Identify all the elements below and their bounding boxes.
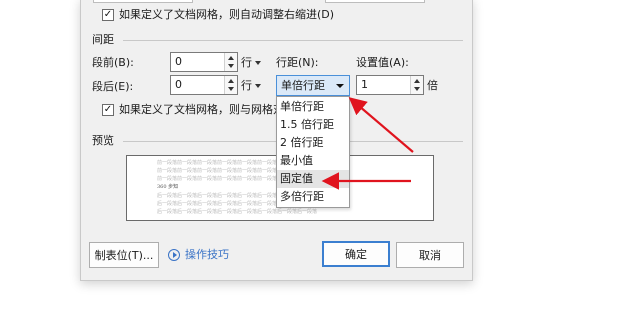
spin-up-icon[interactable] (414, 79, 420, 83)
checkmark-icon: ✓ (103, 9, 113, 20)
set-value-spinner[interactable]: 1 (356, 75, 424, 95)
dropdown-option[interactable]: 最小值 (277, 152, 349, 170)
dropdown-option-highlighted[interactable]: 固定值 (277, 170, 349, 188)
before-unit: 行 (241, 56, 252, 69)
snap-grid-label: 如果定义了文档网格，则与网格对 (119, 103, 276, 116)
indent-input-stub-left (93, 0, 193, 3)
spin-down-icon[interactable] (228, 64, 234, 68)
line-spacing-combo[interactable]: 单倍行距 (276, 75, 350, 96)
cancel-button-label: 取消 (419, 249, 441, 262)
line-spacing-dropdown: 单倍行距 1.5 倍行距 2 倍行距 最小值 固定值 多倍行距 (276, 96, 350, 208)
checkmark-icon: ✓ (103, 104, 113, 115)
chevron-down-icon[interactable] (336, 84, 344, 88)
after-value: 0 (175, 78, 182, 91)
set-value-unit: 倍 (427, 79, 438, 92)
before-label: 段前(B): (92, 56, 134, 69)
preview-section-title: 预览 (92, 134, 114, 147)
line-spacing-value: 单倍行距 (281, 79, 325, 92)
after-spinner[interactable]: 0 (170, 75, 238, 95)
ok-button-label: 确定 (345, 248, 367, 261)
after-spinner-arrows[interactable] (224, 76, 237, 94)
spacing-divider (123, 40, 463, 41)
before-spinner[interactable]: 0 (170, 52, 238, 72)
spin-up-icon[interactable] (228, 79, 234, 83)
before-unit-dropdown-icon[interactable] (255, 61, 261, 65)
paragraph-dialog: ✓ 如果定义了文档网格，则自动调整右缩进(D) 间距 段前(B): 0 行 行距… (80, 0, 473, 281)
after-unit: 行 (241, 79, 252, 92)
dropdown-option[interactable]: 2 倍行距 (277, 134, 349, 152)
before-spinner-arrows[interactable] (224, 53, 237, 71)
spacing-section-title: 间距 (92, 33, 114, 46)
tips-link[interactable]: 操作技巧 (185, 248, 229, 262)
after-label: 段后(E): (92, 80, 134, 93)
tabs-button[interactable]: 制表位(T)... (89, 242, 159, 268)
spin-up-icon[interactable] (228, 56, 234, 60)
snap-grid-checkbox[interactable]: ✓ (102, 104, 114, 116)
cancel-button[interactable]: 取消 (396, 242, 464, 268)
play-circle-icon[interactable] (168, 249, 180, 261)
set-value-spinner-arrows[interactable] (410, 76, 423, 94)
dropdown-option[interactable]: 多倍行距 (277, 188, 349, 206)
set-value-value: 1 (361, 78, 368, 91)
line-spacing-label: 行距(N): (276, 56, 319, 69)
indent-input-stub-right (325, 0, 425, 3)
dropdown-option[interactable]: 单倍行距 (277, 98, 349, 116)
spin-down-icon[interactable] (414, 87, 420, 91)
auto-adjust-label: 如果定义了文档网格，则自动调整右缩进(D) (119, 8, 335, 21)
ok-button[interactable]: 确定 (322, 241, 390, 267)
tabs-button-label: 制表位(T)... (94, 249, 154, 262)
preview-sample-text: 360 步知 (157, 184, 179, 190)
dropdown-option[interactable]: 1.5 倍行距 (277, 116, 349, 134)
spin-down-icon[interactable] (228, 87, 234, 91)
set-value-label: 设置值(A): (356, 56, 409, 69)
preview-filler-after: 后一段落后一段落后一段落后一段落后一段落后一段落后一段落后一段落 (157, 209, 318, 215)
play-triangle-icon (172, 252, 177, 258)
after-unit-dropdown-icon[interactable] (255, 84, 261, 88)
before-value: 0 (175, 55, 182, 68)
auto-adjust-checkbox[interactable]: ✓ (102, 9, 114, 21)
